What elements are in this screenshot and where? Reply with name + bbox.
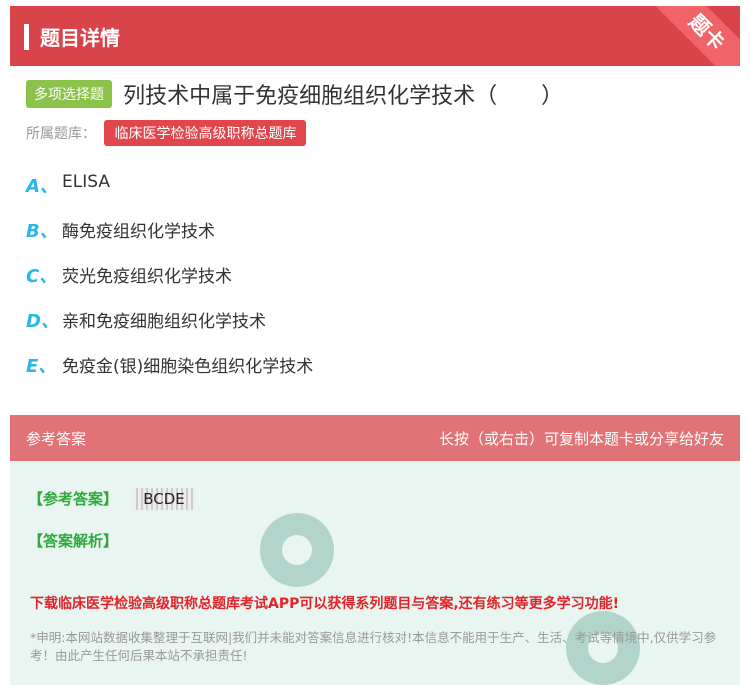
question-text: 列技术中属于免疫细胞组织化学技术（ ） [123, 84, 564, 109]
option-letter: A、 [26, 176, 58, 197]
header-accent-bar [24, 24, 29, 50]
option-b[interactable]: B、 酶免疫组织化学技术 [26, 217, 313, 262]
download-app-promo[interactable]: 下载临床医学检验高级职称总题库考试APP可以获得系列题目与答案,还有练习等更多学… [30, 593, 619, 613]
analysis-label: 【答案解析】 [28, 532, 119, 550]
page-title: 题目详情 [40, 26, 120, 50]
option-letter: E、 [26, 356, 57, 377]
disclaimer-text: *申明:本网站数据收集整理于互联网|我们并未能对答案信息进行核对!本信息不能用于… [30, 630, 717, 663]
option-letter: D、 [26, 311, 59, 332]
option-text: ELISA [62, 172, 110, 192]
question-type-badge: 多项选择题 [26, 80, 112, 108]
option-text: 亲和免疫细胞组织化学技术 [62, 312, 266, 332]
detail-header: 题目详情 题卡 [10, 6, 740, 66]
answer-label: 【参考答案】 [28, 490, 119, 508]
option-e[interactable]: E、 免疫金(银)细胞染色组织化学技术 [26, 352, 313, 397]
option-text: 酶免疫组织化学技术 [62, 222, 215, 242]
options-list: A、 ELISA B、 酶免疫组织化学技术 C、 荧光免疫组织化学技术 D、 亲… [26, 172, 313, 397]
option-letter: B、 [26, 221, 58, 242]
share-hint: 长按（或右击）可复制本题卡或分享给好友 [438, 430, 724, 448]
question-card-corner-tag[interactable]: 题卡 [641, 6, 740, 66]
bank-label: 所属题库： [26, 126, 96, 142]
question-line: 多项选择题 列技术中属于免疫细胞组织化学技术（ ） [26, 78, 736, 110]
answer-value[interactable]: BCDE [133, 488, 195, 510]
option-a[interactable]: A、 ELISA [26, 172, 313, 217]
answer-row: 【参考答案】 BCDE [28, 488, 195, 510]
answer-header: 参考答案 长按（或右击）可复制本题卡或分享给好友 [10, 415, 740, 461]
answer-panel: 【参考答案】 BCDE 【答案解析】 下载临床医学检验高级职称总题库考试APP可… [10, 461, 740, 685]
option-c[interactable]: C、 荧光免疫组织化学技术 [26, 262, 313, 307]
option-letter: C、 [26, 266, 58, 287]
bank-link[interactable]: 临床医学检验高级职称总题库 [104, 120, 307, 146]
answer-header-title: 参考答案 [26, 430, 87, 448]
option-text: 免疫金(银)细胞染色组织化学技术 [62, 357, 314, 377]
question-bank-line: 所属题库： 临床医学检验高级职称总题库 [26, 120, 307, 146]
option-d[interactable]: D、 亲和免疫细胞组织化学技术 [26, 307, 313, 352]
watermark-logo-icon [260, 513, 334, 587]
option-text: 荧光免疫组织化学技术 [62, 267, 232, 287]
